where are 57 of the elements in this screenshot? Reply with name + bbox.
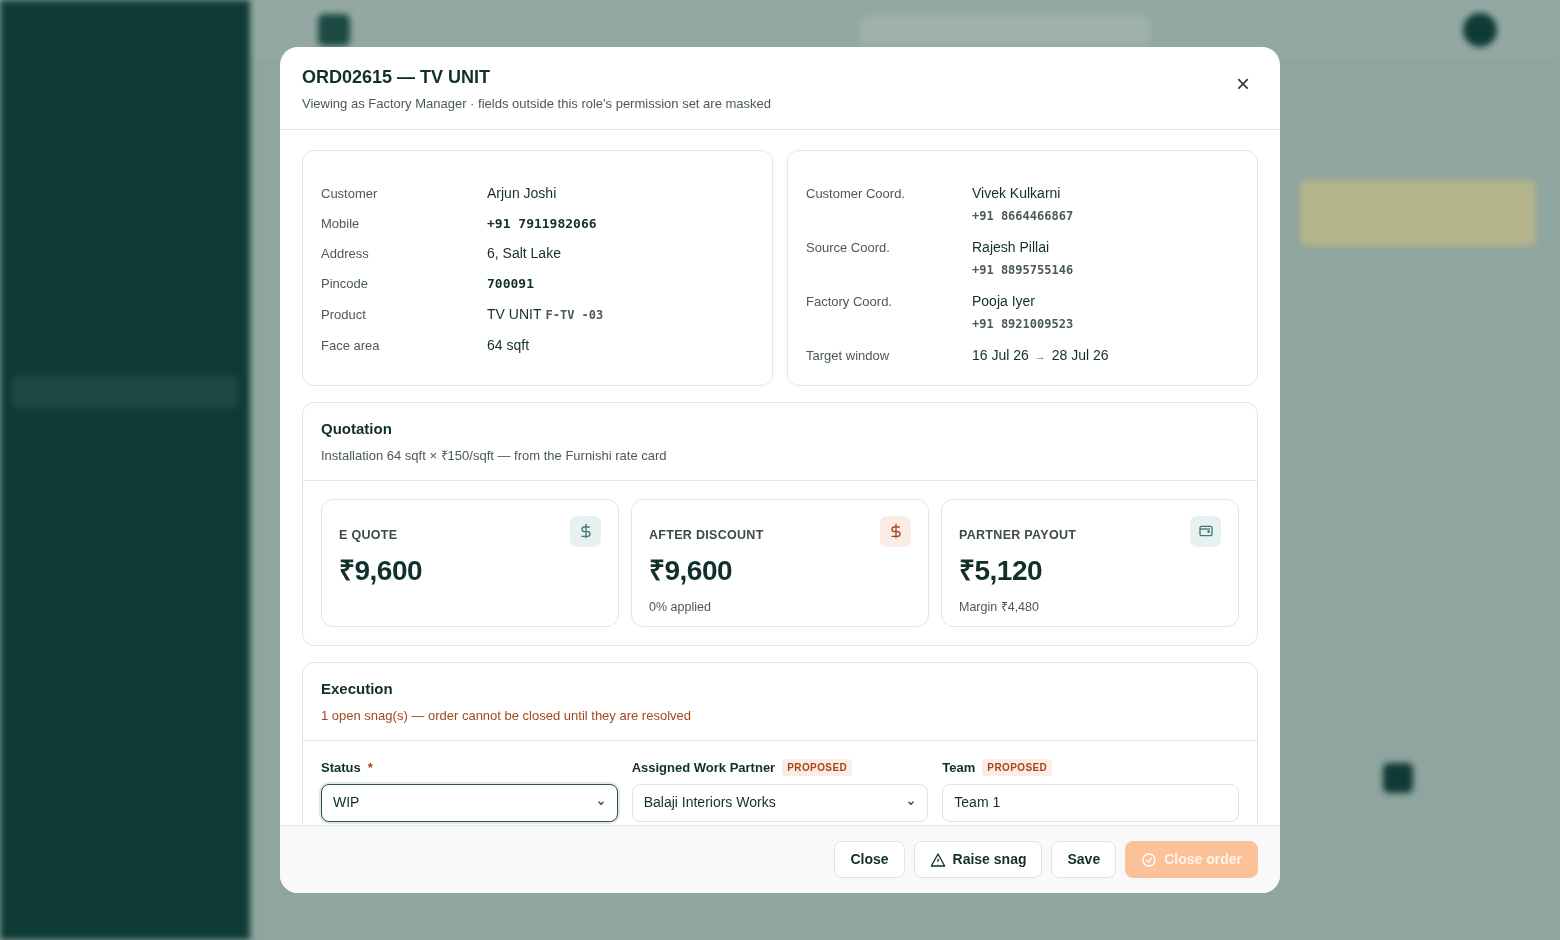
- field-label: Face area: [321, 336, 381, 355]
- wallet-icon: [1190, 515, 1221, 547]
- dollar-icon: [570, 515, 601, 547]
- field-value: 6, Salt Lake: [487, 244, 562, 263]
- stat-note: 0% applied: [649, 599, 711, 614]
- field-label: Customer Coord.: [806, 184, 906, 203]
- warning-icon: [929, 851, 946, 868]
- stat-value: ₹9,600: [339, 554, 423, 586]
- coordinator-name: Vivek Kulkarni: [972, 183, 1062, 203]
- proposed-badge: PROPOSED: [982, 759, 1053, 776]
- field-label: Customer: [321, 184, 379, 203]
- field-value: +91 7911982066: [487, 214, 598, 233]
- section-title: Execution: [321, 678, 394, 699]
- dollar-icon: [880, 515, 911, 547]
- proposed-badge: PROPOSED: [782, 759, 853, 776]
- field-value: Arjun Joshi: [487, 183, 558, 203]
- stat-value: ₹9,600: [649, 554, 733, 586]
- snag-warning: 1 open snag(s) — order cannot be closed until they are resolved: [321, 707, 692, 725]
- field-label: Team: [942, 758, 976, 777]
- coordinator-name: Pooja Iyer: [972, 291, 1037, 311]
- input-field[interactable]: Team 1: [942, 783, 1239, 822]
- dialog-subtitle: Viewing as Factory Manager · fields outside this role's permission set are masked: [302, 95, 771, 113]
- check-circle-icon: [1141, 851, 1158, 868]
- field-label: Status: [321, 758, 361, 777]
- stat-label: E QUOTE: [339, 527, 398, 542]
- field-label: Mobile: [321, 214, 361, 233]
- date-value: 28 Jul 26: [1051, 345, 1109, 365]
- field-value: TV UNIT: [487, 304, 542, 324]
- footer-button[interactable]: Close: [834, 841, 905, 878]
- field-label: Source Coord.: [806, 238, 891, 257]
- dialog-title: ORD02615 — TV UNIT: [302, 66, 492, 89]
- coordinator-phone: +91 8895755146: [972, 261, 1075, 279]
- field-label: Address: [321, 245, 370, 263]
- footer-button[interactable]: Raise snag: [913, 841, 1043, 878]
- field-label: Factory Coord.: [806, 292, 893, 311]
- select-field[interactable]: Balaji Interiors Works: [631, 783, 929, 822]
- coordinator-phone: +91 8921009523: [972, 315, 1075, 333]
- section-subtitle: Installation 64 sqft × ₹150/sqft — from the Furnishi rate card: [321, 447, 668, 465]
- product-code: F-TV -03: [545, 306, 604, 324]
- date-value: 16 Jul 26: [972, 345, 1029, 365]
- required-mark: *: [367, 758, 373, 777]
- stat-label: PARTNER PAYOUT: [959, 527, 1077, 542]
- stat-label: AFTER DISCOUNT: [649, 527, 764, 542]
- stat-value: ₹5,120: [959, 554, 1043, 586]
- select-field[interactable]: WIP: [321, 783, 618, 822]
- field-label: Product: [321, 305, 367, 324]
- field-label: Assigned Work Partner: [631, 758, 776, 777]
- field-label: Pincode: [321, 275, 369, 293]
- footer-button[interactable]: Save: [1051, 841, 1117, 878]
- field-label: Target window: [806, 346, 891, 365]
- coordinator-name: Rajesh Pillai: [972, 237, 1051, 257]
- stat-note: Margin ₹4,480: [959, 599, 1039, 614]
- field-value: 700091: [487, 275, 535, 293]
- arrow-icon: →: [1034, 347, 1046, 364]
- field-value: 64 sqft: [487, 335, 531, 355]
- coordinator-phone: +91 8664466867: [972, 207, 1075, 225]
- section-title: Quotation: [321, 418, 393, 439]
